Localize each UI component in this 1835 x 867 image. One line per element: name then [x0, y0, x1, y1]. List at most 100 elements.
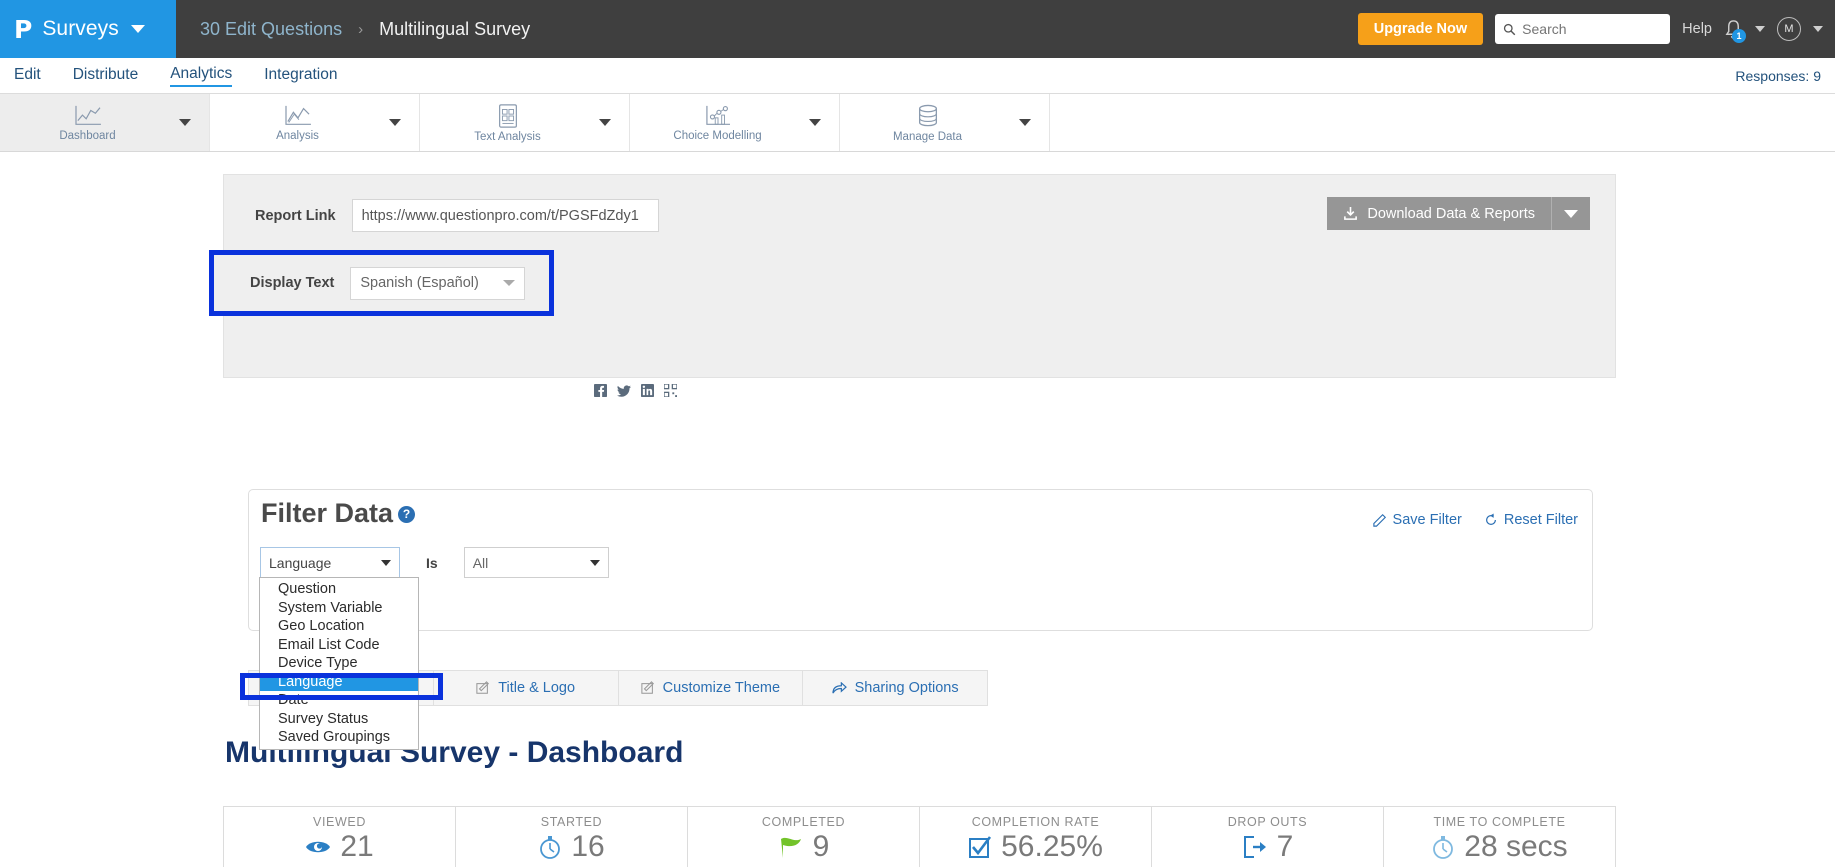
- breadcrumb-parent-link[interactable]: 30 Edit Questions: [200, 19, 342, 40]
- stat-started: STARTED 16: [456, 807, 688, 867]
- report-link-label: Report Link: [255, 207, 336, 224]
- ribbon-label-manage-data: Manage Data: [892, 130, 963, 143]
- dropdown-option-language[interactable]: Language: [260, 672, 418, 691]
- filter-data-card: Filter Data? Save Filter Reset Filter La…: [248, 489, 1593, 631]
- stat-completion-rate-label: COMPLETION RATE: [971, 815, 1100, 829]
- tab-analytics[interactable]: Analytics: [170, 65, 233, 87]
- ribbon-label-choice-modelling: Choice Modelling: [673, 129, 762, 142]
- line-chart-icon: [74, 105, 101, 125]
- edit-icon: [641, 681, 654, 694]
- theme-tab-sharing-options[interactable]: Sharing Options: [803, 671, 987, 705]
- filter-is-label: Is: [426, 554, 438, 571]
- save-filter-button[interactable]: Save Filter: [1372, 512, 1462, 528]
- ribbon-item-analysis[interactable]: Analysis: [210, 94, 420, 151]
- filter-condition-row: Language Is All: [249, 547, 609, 578]
- upgrade-now-button[interactable]: Upgrade Now: [1357, 13, 1484, 45]
- edit-icon: [476, 681, 490, 694]
- report-link-input[interactable]: [351, 199, 659, 232]
- twitter-icon[interactable]: [617, 384, 631, 401]
- linkedin-icon[interactable]: [641, 384, 654, 401]
- download-options-chevron-button[interactable]: [1551, 197, 1590, 230]
- stat-drop-outs-value: 7: [1276, 830, 1294, 863]
- ribbon-manage-data-button[interactable]: Manage Data: [840, 94, 1015, 151]
- top-bar: P Surveys 30 Edit Questions › Multilingu…: [0, 0, 1835, 58]
- filter-data-title-text: Filter Data: [261, 498, 394, 528]
- reset-filter-button[interactable]: Reset Filter: [1484, 512, 1578, 528]
- display-text-select[interactable]: Spanish (Español): [350, 266, 526, 300]
- ribbon-text-analysis-button[interactable]: Text Analysis: [420, 94, 595, 151]
- ribbon-analysis-chevron-down-icon[interactable]: [389, 119, 401, 126]
- theme-tab-customize-theme-label: Customize Theme: [662, 680, 781, 696]
- stat-viewed-value-row: 21: [305, 830, 374, 864]
- avatar[interactable]: M: [1777, 17, 1801, 41]
- stat-completion-rate-value: 56.25%: [1001, 830, 1103, 863]
- notifications-chevron-down-icon[interactable]: [1755, 26, 1765, 32]
- ribbon-text-analysis-chevron-down-icon[interactable]: [599, 119, 611, 126]
- dropdown-option-survey-status[interactable]: Survey Status: [260, 710, 418, 729]
- choice-modelling-icon: [705, 105, 730, 125]
- ribbon-label-analysis: Analysis: [276, 129, 319, 142]
- stat-time-to-complete-value: 28 secs: [1464, 830, 1568, 863]
- tab-distribute[interactable]: Distribute: [73, 66, 138, 86]
- share-icons: [594, 383, 678, 401]
- breadcrumb: 30 Edit Questions › Multilingual Survey: [200, 19, 530, 40]
- display-text-value: Spanish (Español): [360, 275, 479, 291]
- help-circle-icon[interactable]: ?: [398, 506, 416, 524]
- search-input[interactable]: [1522, 21, 1663, 37]
- download-data-reports-button[interactable]: Download Data & Reports: [1327, 197, 1551, 230]
- download-icon: [1344, 206, 1358, 220]
- filter-actions: Save Filter Reset Filter: [1372, 512, 1578, 528]
- chevron-down-icon: [1564, 209, 1578, 218]
- ribbon-item-choice-modelling[interactable]: Choice Modelling: [630, 94, 840, 151]
- download-button-group: Download Data & Reports: [1327, 197, 1590, 230]
- dropdown-option-geo-location[interactable]: Geo Location: [260, 617, 418, 636]
- dropdown-option-device-type[interactable]: Device Type: [260, 654, 418, 673]
- ribbon-item-manage-data[interactable]: Manage Data: [840, 94, 1050, 151]
- display-text-row: Display Text Spanish (Español): [214, 255, 549, 311]
- qr-code-icon[interactable]: [663, 383, 678, 401]
- notification-badge: 1: [1732, 28, 1746, 43]
- dropdown-option-saved-groupings[interactable]: Saved Groupings: [260, 728, 418, 747]
- chevron-right-icon: ›: [358, 20, 364, 38]
- search-box[interactable]: [1495, 14, 1671, 44]
- stopwatch-icon: [540, 836, 561, 859]
- save-filter-label: Save Filter: [1392, 512, 1462, 528]
- account-chevron-down-icon[interactable]: [1813, 26, 1823, 32]
- ribbon-manage-data-chevron-down-icon[interactable]: [1019, 119, 1031, 126]
- filter-value-select[interactable]: All: [463, 547, 609, 578]
- brand-surveys-menu[interactable]: P Surveys: [0, 0, 176, 58]
- ribbon-dashboard-button[interactable]: Dashboard: [0, 94, 175, 151]
- theme-tab-sharing-options-label: Sharing Options: [854, 680, 959, 696]
- display-text-highlight: Display Text Spanish (Español): [209, 250, 554, 316]
- stat-drop-outs-label: DROP OUTS: [1227, 815, 1308, 829]
- tab-edit[interactable]: Edit: [14, 66, 41, 86]
- theme-tab-title-logo[interactable]: Title & Logo: [434, 671, 619, 705]
- filter-field-dropdown-list[interactable]: Question System Variable Geo Location Em…: [259, 577, 419, 750]
- facebook-icon[interactable]: [594, 384, 607, 401]
- stat-started-value-row: 16: [538, 830, 605, 864]
- help-link[interactable]: Help: [1682, 21, 1712, 37]
- filter-field-value: Language: [269, 554, 332, 571]
- filter-field-select[interactable]: Language: [260, 547, 400, 578]
- ribbon-label-dashboard: Dashboard: [59, 129, 116, 142]
- reset-filter-label: Reset Filter: [1503, 512, 1578, 528]
- analytics-ribbon: Dashboard Analysis Text Analysis Choice …: [0, 94, 1835, 152]
- stat-viewed-label: VIEWED: [313, 815, 366, 829]
- ribbon-item-dashboard[interactable]: Dashboard: [0, 94, 210, 151]
- tab-integration[interactable]: Integration: [264, 66, 337, 86]
- ribbon-dashboard-chevron-down-icon[interactable]: [179, 119, 191, 126]
- ribbon-item-text-analysis[interactable]: Text Analysis: [420, 94, 630, 151]
- stat-time-to-complete-label: TIME TO COMPLETE: [1433, 815, 1566, 829]
- dropdown-option-date[interactable]: Date: [260, 691, 418, 710]
- ribbon-analysis-button[interactable]: Analysis: [210, 94, 385, 151]
- ribbon-choice-modelling-button[interactable]: Choice Modelling: [630, 94, 805, 151]
- theme-tab-customize-theme[interactable]: Customize Theme: [619, 671, 804, 705]
- search-icon: [1504, 23, 1516, 35]
- notifications-button[interactable]: 1: [1724, 19, 1746, 43]
- ribbon-choice-modelling-chevron-down-icon[interactable]: [809, 119, 821, 126]
- stat-completed-value: 9: [812, 830, 830, 863]
- dropdown-option-question[interactable]: Question: [260, 580, 418, 599]
- summary-stats: VIEWED 21 STARTED 16 COMPLETED 9 COMPLET…: [223, 806, 1616, 867]
- dropdown-option-system-variable[interactable]: System Variable: [260, 599, 418, 618]
- dropdown-option-email-list-code[interactable]: Email List Code: [260, 636, 418, 655]
